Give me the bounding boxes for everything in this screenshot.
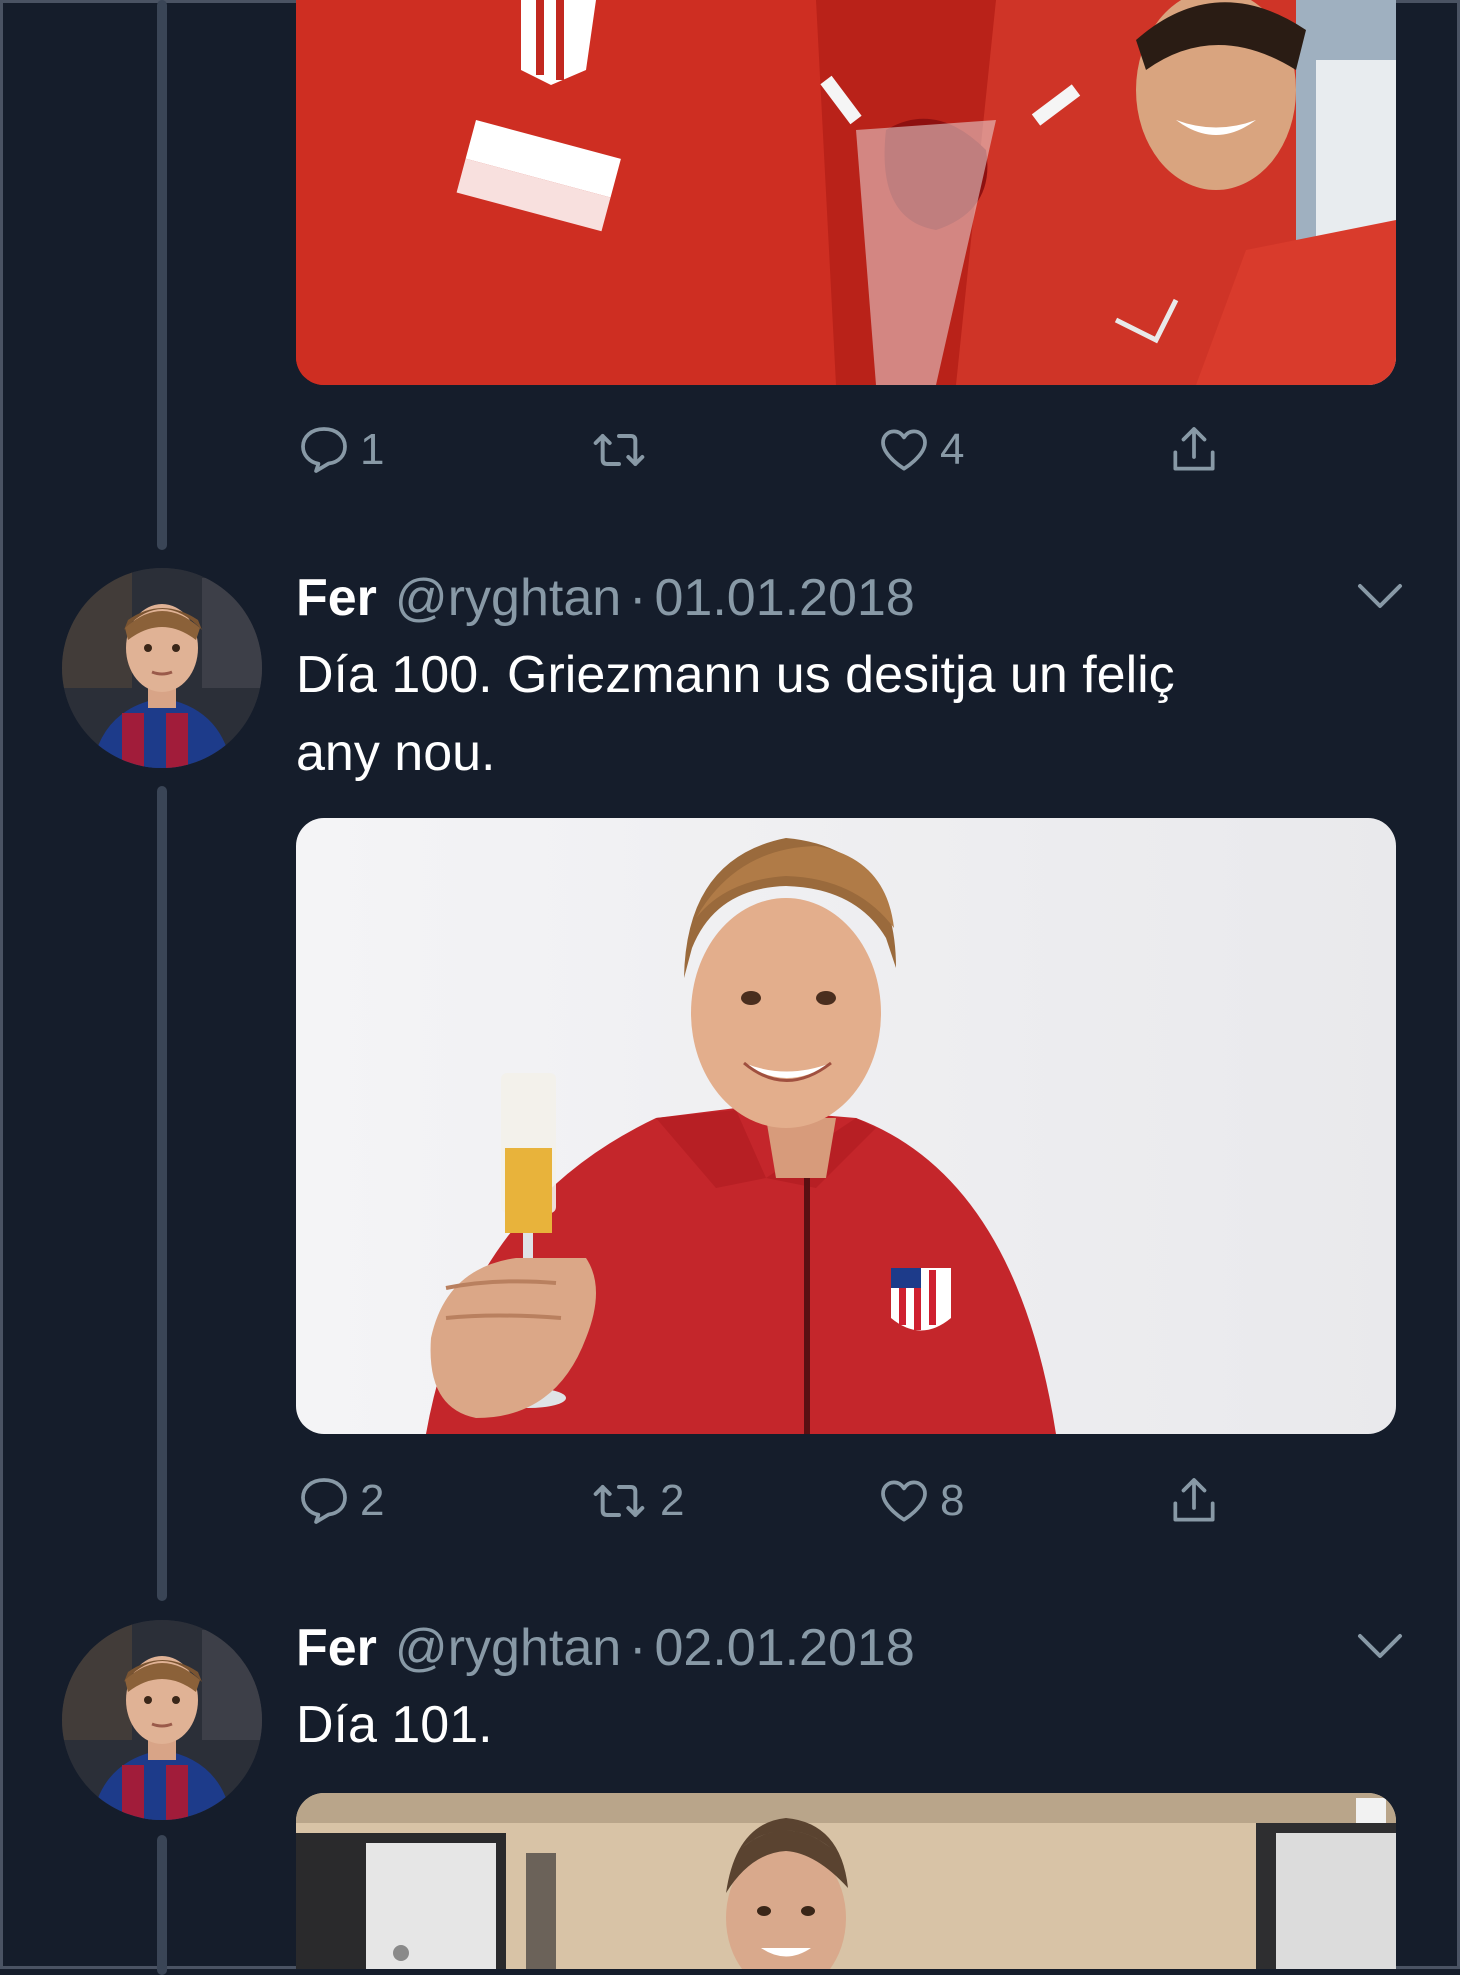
tweet-header: Fer @ryghtan · 02.01.2018 (296, 1613, 915, 1683)
avatar[interactable] (62, 1620, 262, 1820)
retweet-icon (593, 434, 645, 466)
photo-players-rose (296, 0, 1396, 385)
thread-line (157, 786, 167, 1601)
tweet-text-line: Día 101. (296, 1696, 493, 1754)
separator-dot: · (629, 569, 647, 627)
reply-button[interactable]: 2 (296, 1466, 384, 1536)
share-button[interactable] (1166, 1466, 1222, 1536)
chevron-down-icon[interactable] (1355, 576, 1405, 616)
tweet-actions: 2 2 8 (296, 1466, 1256, 1536)
author-handle[interactable]: @ryghtan (395, 1618, 621, 1678)
tweet-image-griezmann-toast[interactable] (296, 818, 1396, 1434)
retweet-button[interactable] (586, 415, 660, 485)
thread-line (157, 0, 167, 550)
tweet-text-line: Día 100. Griezmann us desitja un feliç (296, 646, 1175, 704)
retweet-icon (593, 1485, 645, 1517)
chevron-down-icon[interactable] (1355, 1626, 1405, 1666)
heart-icon (881, 429, 927, 471)
reply-icon (301, 1478, 347, 1524)
tweet-header: Fer @ryghtan · 01.01.2018 (296, 563, 915, 633)
avatar[interactable] (62, 568, 262, 768)
share-icon (1173, 1478, 1215, 1522)
photo-locker-room (296, 1793, 1396, 1969)
reply-icon (301, 427, 347, 473)
tweet-text: Día 101. (296, 1686, 1356, 1764)
heart-icon (881, 1480, 927, 1522)
tweet-image-players-rose[interactable] (296, 0, 1396, 385)
tweet-date[interactable]: 01.01.2018 (654, 568, 914, 628)
like-count: 4 (940, 425, 965, 474)
reply-count: 2 (360, 1476, 385, 1525)
reply-count: 1 (360, 425, 385, 474)
share-button[interactable] (1166, 415, 1222, 485)
author-name[interactable]: Fer (296, 1618, 377, 1678)
like-button[interactable]: 8 (876, 1466, 964, 1536)
like-count: 8 (940, 1476, 965, 1525)
avatar-image (62, 1620, 262, 1820)
retweet-button[interactable]: 2 (586, 1466, 684, 1536)
like-button[interactable]: 4 (876, 415, 964, 485)
tweet-text-line: any nou. (296, 724, 496, 782)
tweet-text: Día 100. Griezmann us desitja un feliç a… (296, 636, 1356, 792)
reply-button[interactable]: 1 (296, 415, 384, 485)
separator-dot: · (629, 1619, 647, 1677)
retweet-count: 2 (660, 1476, 685, 1525)
author-handle[interactable]: @ryghtan (395, 568, 621, 628)
tweet-image-locker-room[interactable] (296, 1793, 1396, 1969)
author-name[interactable]: Fer (296, 568, 377, 628)
photo-griezmann-toast (296, 818, 1396, 1434)
tweet-date[interactable]: 02.01.2018 (654, 1618, 914, 1678)
thread-line (157, 1835, 167, 1975)
avatar-image (62, 568, 262, 768)
tweet-actions: 1 4 (296, 415, 1256, 485)
share-icon (1173, 427, 1215, 471)
